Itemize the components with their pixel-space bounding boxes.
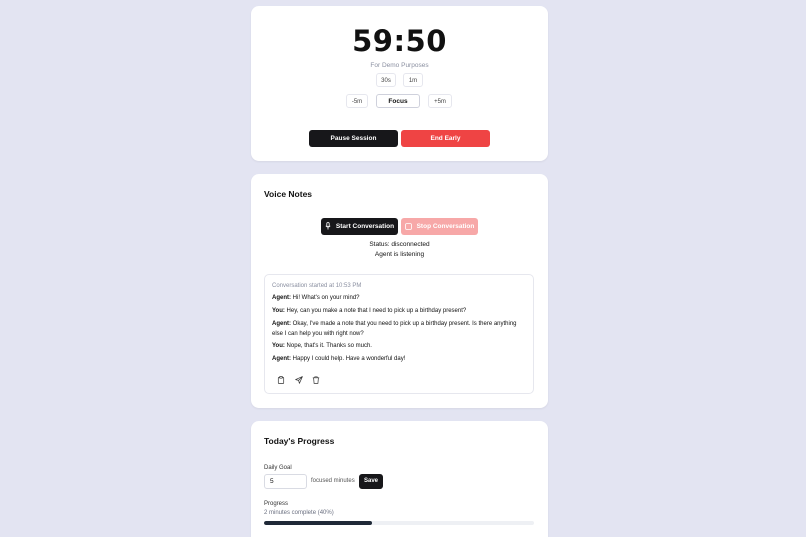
agent-status: Agent is listening <box>374 251 425 258</box>
message-text: Hi! What's on your mind? <box>291 295 360 301</box>
minus-5m-button[interactable]: -5m <box>346 94 368 108</box>
list-item: Agent: Okay, I've made a note that you n… <box>272 320 528 339</box>
progress-label: Progress <box>264 501 289 507</box>
message-text: Happy I could help. Have a wonderful day… <box>291 356 406 362</box>
stop-conversation-label: Stop Conversation <box>416 223 475 230</box>
plus-5m-button[interactable]: +5m <box>428 94 452 108</box>
list-item: You: Nope, that's it. Thanks so much. <box>272 342 528 352</box>
preset-1m-button[interactable]: 1m <box>403 73 423 87</box>
pause-session-button[interactable]: Pause Session <box>309 130 398 147</box>
daily-goal-input[interactable]: 5 <box>264 474 307 489</box>
progress-bar <box>264 521 534 525</box>
goal-suffix: focused minutes <box>311 478 355 484</box>
progress-card: Today's Progress Daily Goal 5 focused mi… <box>251 421 548 537</box>
voice-notes-title: Voice Notes <box>264 189 313 199</box>
preset-30s-button[interactable]: 30s <box>376 73 396 87</box>
focus-mode-button[interactable]: Focus <box>376 94 420 108</box>
daily-goal-label: Daily Goal <box>264 465 292 471</box>
list-item: Agent: Hi! What's on your mind? <box>272 294 528 304</box>
clipboard-icon[interactable] <box>277 376 285 384</box>
save-goal-button[interactable]: Save <box>359 474 383 489</box>
list-item: Agent: Happy I could help. Have a wonder… <box>272 355 528 365</box>
speaker-label: Agent: <box>272 295 291 301</box>
message-text: Okay, I've made a note that you need to … <box>272 321 517 337</box>
speaker-label: You: <box>272 308 285 314</box>
speaker-label: You: <box>272 343 285 349</box>
progress-text: 2 minutes complete (40%) <box>264 510 334 516</box>
list-item: You: Hey, can you make a note that I nee… <box>272 307 528 317</box>
connection-status: Status: disconnected <box>369 241 430 248</box>
progress-title: Today's Progress <box>264 436 335 446</box>
progress-bar-fill <box>264 521 372 525</box>
stop-icon <box>404 222 412 230</box>
stop-conversation-button[interactable]: Stop Conversation <box>401 218 478 235</box>
start-conversation-button[interactable]: Start Conversation <box>321 218 398 235</box>
speaker-label: Agent: <box>272 356 291 362</box>
conversation-log: Conversation started at 10:53 PM Agent: … <box>264 274 534 394</box>
demo-label: For Demo Purposes <box>370 62 429 69</box>
end-early-button[interactable]: End Early <box>401 130 490 147</box>
voice-notes-card: Voice Notes Start Conversation Stop Conv… <box>251 174 548 408</box>
speaker-label: Agent: <box>272 321 291 327</box>
message-text: Hey, can you make a note that I need to … <box>284 308 467 314</box>
trash-icon[interactable] <box>312 376 320 384</box>
start-conversation-label: Start Conversation <box>335 223 395 230</box>
timer-display: 59:50 <box>352 24 447 58</box>
microphone-icon <box>325 222 331 230</box>
conversation-start-time: Conversation started at 10:53 PM <box>272 283 362 289</box>
message-text: Nope, that's it. Thanks so much. <box>284 343 372 349</box>
send-icon[interactable] <box>295 376 303 384</box>
timer-card: 59:50 For Demo Purposes 30s 1m -5m Focus… <box>251 6 548 161</box>
